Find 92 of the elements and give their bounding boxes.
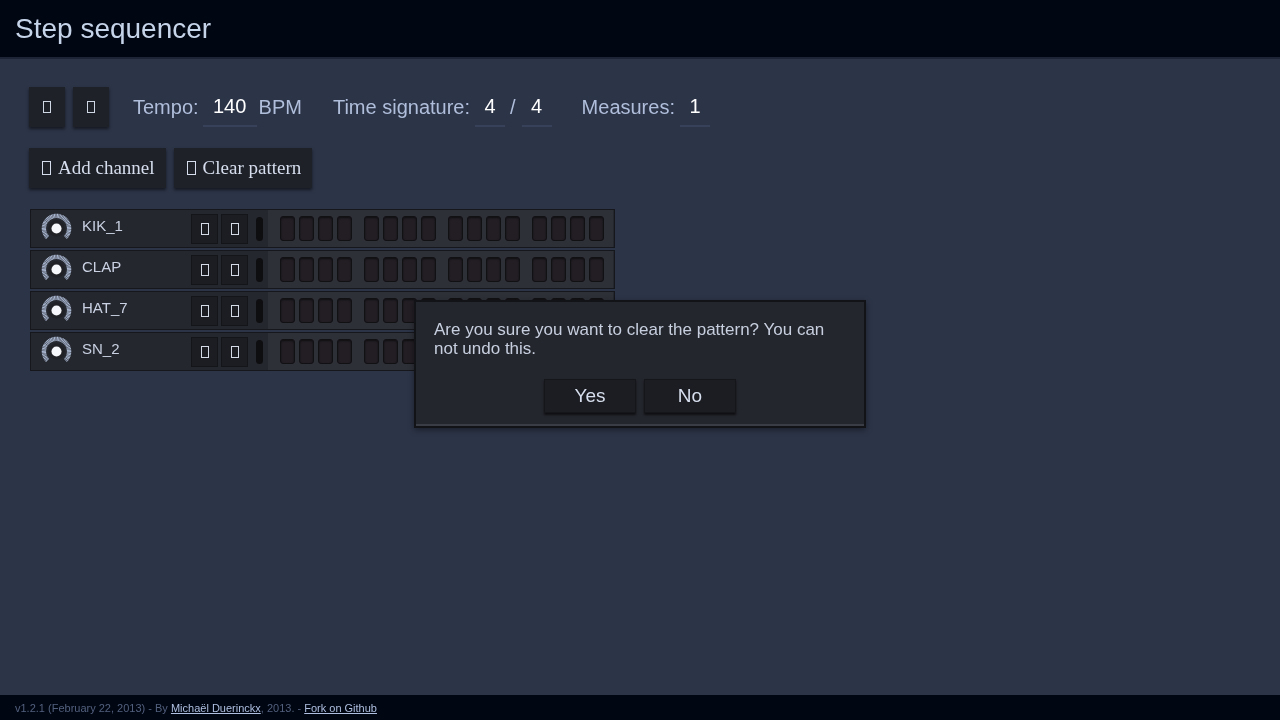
channel-name: HAT_7 (82, 299, 129, 316)
footer-link[interactable]: Michaël Duerinckx (170, 701, 261, 714)
step-pad[interactable] (299, 257, 314, 282)
step-pad[interactable] (337, 298, 352, 323)
glyph-box-icon (42, 161, 51, 175)
footer-text: v1.2.1 (February 22, 2013) - By Michaël Duerinckx, 2013. - Fork on Github (15, 701, 377, 714)
step-pad[interactable] (448, 257, 463, 282)
beats-field[interactable]: 4 (475, 87, 506, 127)
toolbar-button[interactable] (73, 87, 109, 127)
step-pad[interactable] (280, 298, 295, 323)
channel-button[interactable] (221, 336, 248, 367)
step-pad[interactable] (299, 216, 314, 241)
glyph-box-icon (200, 263, 209, 276)
step-pad[interactable] (402, 257, 417, 282)
step-pad[interactable] (486, 216, 501, 241)
channel-name: CLAP (82, 258, 123, 275)
measures-field[interactable]: 1 (679, 87, 710, 127)
channel-name: SN_2 (82, 340, 121, 357)
channel-button[interactable] (191, 295, 218, 326)
step-pad[interactable] (364, 257, 379, 282)
step-pad[interactable] (318, 257, 333, 282)
action-button[interactable]: Add channel (29, 148, 166, 188)
time-signature-label: Time signature: (332, 95, 471, 119)
bpm-label: BPM (258, 95, 302, 119)
glyph-box-icon (200, 222, 209, 235)
step-pad[interactable] (318, 216, 333, 241)
step-pad[interactable] (383, 257, 398, 282)
glyph-box-icon (200, 345, 209, 358)
step-pad[interactable] (364, 216, 379, 241)
step-pad[interactable] (421, 216, 436, 241)
step-pad[interactable] (505, 257, 520, 282)
step-pad[interactable] (532, 257, 547, 282)
glyph-box-icon (87, 101, 95, 113)
step-pad[interactable] (505, 216, 520, 241)
step-pad[interactable] (383, 298, 398, 323)
tempo-field[interactable]: 140 (202, 87, 257, 127)
measures-label: Measures: (581, 95, 675, 119)
glyph-box-icon (230, 304, 239, 317)
step-pad[interactable] (280, 339, 295, 364)
step-pad[interactable] (448, 216, 463, 241)
channel-button[interactable] (191, 254, 218, 285)
step-pad[interactable] (280, 257, 295, 282)
glyph-box-icon (186, 161, 196, 175)
meter-icon (256, 298, 263, 323)
step-pad[interactable] (551, 257, 566, 282)
dialog-message: Are you sure you want to clear the pattern? You can not undo this. (434, 320, 826, 358)
step-pad[interactable] (383, 216, 398, 241)
step-pad[interactable] (551, 216, 566, 241)
dialog-button[interactable]: Yes (544, 379, 636, 413)
step-pad[interactable] (589, 216, 604, 241)
app-title: Step sequencer (15, 12, 212, 45)
dialog-button[interactable]: No (644, 379, 736, 413)
step-pad[interactable] (402, 216, 417, 241)
footer-link[interactable]: Fork on Github (304, 701, 377, 714)
channel-name: KIK_1 (82, 217, 124, 234)
step-pad[interactable] (337, 257, 352, 282)
step-pad[interactable] (486, 257, 501, 282)
glyph-box-icon (230, 263, 239, 276)
meter-icon (256, 339, 263, 364)
step-pad[interactable] (364, 298, 379, 323)
glyph-box-icon (43, 101, 51, 113)
channel-button[interactable] (221, 213, 248, 244)
step-pad[interactable] (570, 216, 585, 241)
meter-icon (256, 216, 263, 241)
channel-button[interactable] (191, 336, 218, 367)
step-pad[interactable] (299, 339, 314, 364)
step-pad[interactable] (337, 339, 352, 364)
step-pad[interactable] (532, 216, 547, 241)
step-pad[interactable] (280, 216, 295, 241)
note-value-field[interactable]: 4 (521, 87, 552, 127)
step-pad[interactable] (589, 257, 604, 282)
step-pad[interactable] (383, 339, 398, 364)
step-pad[interactable] (467, 257, 482, 282)
step-pad[interactable] (337, 216, 352, 241)
glyph-box-icon (230, 222, 239, 235)
step-pad[interactable] (570, 257, 585, 282)
glyph-box-icon (230, 345, 239, 358)
separator-label: / (510, 95, 516, 119)
glyph-box-icon (200, 304, 209, 317)
toolbar-button[interactable] (29, 87, 65, 127)
meter-icon (256, 257, 263, 282)
channel-button[interactable] (221, 254, 248, 285)
action-button[interactable]: Clear pattern (173, 148, 313, 188)
step-pad[interactable] (364, 339, 379, 364)
channel-button[interactable] (221, 295, 248, 326)
step-pad[interactable] (421, 257, 436, 282)
step-pad[interactable] (318, 339, 333, 364)
channel-button[interactable] (191, 213, 218, 244)
tempo-label: Tempo: (133, 95, 199, 119)
step-pad[interactable] (318, 298, 333, 323)
step-pad[interactable] (467, 216, 482, 241)
step-pad[interactable] (299, 298, 314, 323)
